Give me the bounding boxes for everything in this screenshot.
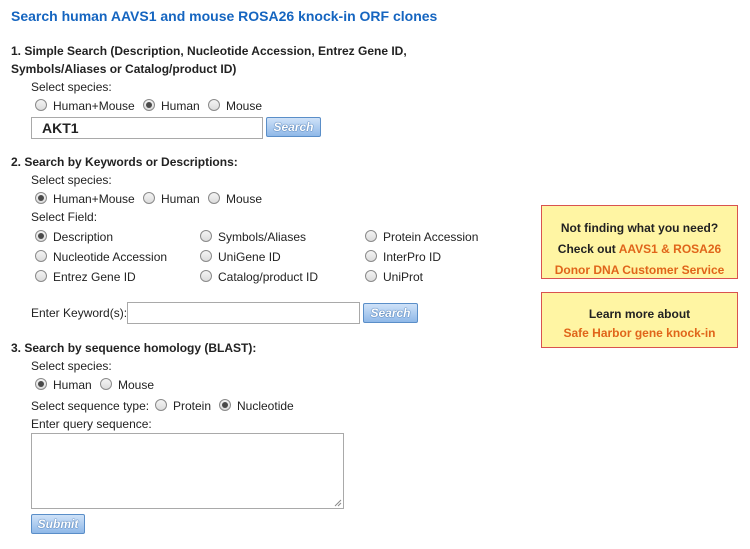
- query-sequence-label: Enter query sequence:: [31, 417, 152, 431]
- field-radio-interpro[interactable]: [365, 250, 377, 262]
- field-label-description: Description: [53, 230, 114, 244]
- s2-radio-human[interactable]: [143, 192, 155, 204]
- resize-grip-icon[interactable]: [334, 499, 342, 507]
- field-radio-protein-accession[interactable]: [365, 230, 377, 242]
- s2-label-mouse: Mouse: [226, 192, 263, 206]
- section2-species-label: Select species:: [31, 173, 112, 187]
- box1-line2-prefix: Check out: [557, 242, 619, 256]
- donor-dna-customer-service-link[interactable]: Donor DNA Customer Service: [542, 260, 737, 281]
- s1-label-mouse: Mouse: [226, 99, 263, 113]
- box2-line1: Learn more about: [588, 307, 691, 321]
- s1-radio-human-mouse[interactable]: [35, 99, 47, 111]
- seq-radio-protein[interactable]: [155, 399, 167, 411]
- s1-label-human-mouse: Human+Mouse: [53, 99, 135, 113]
- aavs1-rosa26-link[interactable]: AAVS1 & ROSA26: [619, 242, 721, 256]
- field-label-unigene: UniGene ID: [218, 250, 281, 264]
- seq-type-label: Select sequence type:: [31, 399, 150, 413]
- field-radio-uniprot[interactable]: [365, 270, 377, 282]
- section2-heading: 2. Search by Keywords or Descriptions:: [11, 155, 238, 169]
- field-label-uniprot: UniProt: [383, 270, 424, 284]
- section1-heading-line2: Symbols/Aliases or Catalog/product ID): [11, 62, 237, 76]
- field-radio-symbols[interactable]: [200, 230, 212, 242]
- field-radio-unigene[interactable]: [200, 250, 212, 262]
- s2-label-human-mouse: Human+Mouse: [53, 192, 135, 206]
- s3-label-human: Human: [53, 378, 92, 392]
- box1-line1: Not finding what you need?: [560, 221, 719, 235]
- section3-heading: 3. Search by sequence homology (BLAST):: [11, 341, 257, 355]
- field-label-entrez: Entrez Gene ID: [53, 270, 136, 284]
- safe-harbor-box: Learn more about Safe Harbor gene knock-…: [541, 292, 738, 348]
- s2-radio-mouse[interactable]: [208, 192, 220, 204]
- s2-radio-human-mouse[interactable]: [35, 192, 47, 204]
- keyword-search-button[interactable]: Search: [363, 303, 418, 323]
- keyword-input[interactable]: [127, 302, 360, 324]
- query-sequence-textarea[interactable]: [31, 433, 344, 509]
- seq-radio-nucleotide[interactable]: [219, 399, 231, 411]
- field-label-nucleotide-accession: Nucleotide Accession: [53, 250, 168, 264]
- field-radio-description[interactable]: [35, 230, 47, 242]
- s1-radio-mouse[interactable]: [208, 99, 220, 111]
- field-radio-entrez[interactable]: [35, 270, 47, 282]
- seq-label-nucleotide: Nucleotide: [237, 399, 294, 413]
- field-label-interpro: InterPro ID: [383, 250, 442, 264]
- seq-label-protein: Protein: [173, 399, 212, 413]
- s3-radio-mouse[interactable]: [100, 378, 112, 390]
- submit-button[interactable]: Submit: [31, 514, 85, 534]
- page-title: Search human AAVS1 and mouse ROSA26 knoc…: [11, 8, 438, 24]
- keyword-label: Enter Keyword(s):: [31, 306, 128, 320]
- safe-harbor-link[interactable]: Safe Harbor gene knock-in: [542, 324, 737, 343]
- simple-search-button[interactable]: Search: [266, 117, 321, 137]
- simple-search-input[interactable]: AKT1: [31, 117, 263, 139]
- s2-label-human: Human: [161, 192, 200, 206]
- simple-search-value: AKT1: [42, 120, 79, 136]
- customer-service-box: Not finding what you need? Check out AAV…: [541, 205, 738, 279]
- field-label-catalog: Catalog/product ID: [218, 270, 319, 284]
- s3-label-mouse: Mouse: [118, 378, 155, 392]
- section1-heading-line1: 1. Simple Search (Description, Nucleotid…: [11, 44, 407, 58]
- s1-label-human: Human: [161, 99, 200, 113]
- field-label-protein-accession: Protein Accession: [383, 230, 479, 244]
- field-label-symbols: Symbols/Aliases: [218, 230, 307, 244]
- section2-field-label: Select Field:: [31, 210, 98, 224]
- s1-radio-human[interactable]: [143, 99, 155, 111]
- section3-species-label: Select species:: [31, 359, 112, 373]
- s3-radio-human[interactable]: [35, 378, 47, 390]
- field-radio-catalog[interactable]: [200, 270, 212, 282]
- field-radio-nucleotide-accession[interactable]: [35, 250, 47, 262]
- section1-species-label: Select species:: [31, 80, 112, 94]
